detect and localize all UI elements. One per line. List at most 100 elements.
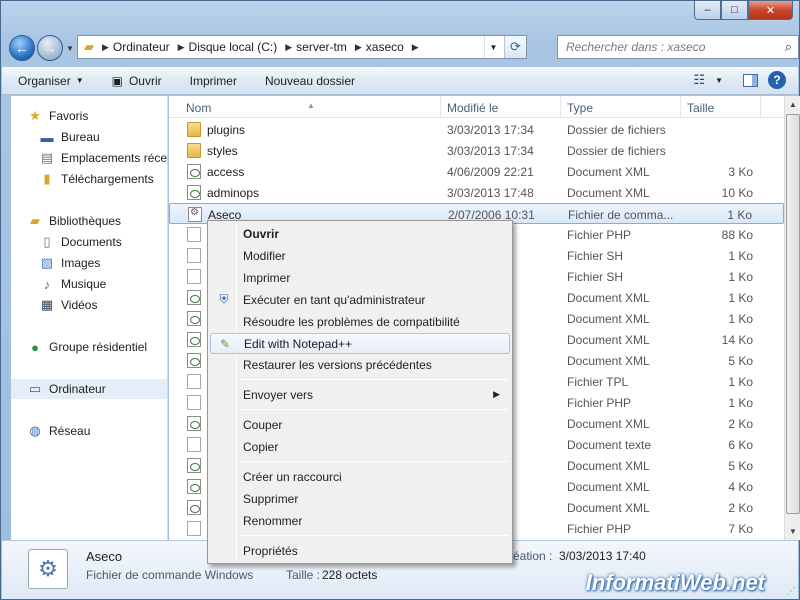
menu-label: Renommer — [243, 513, 303, 528]
scroll-up-icon[interactable]: ▲ — [785, 96, 800, 113]
folder-icon — [187, 143, 201, 158]
breadcrumb-drive[interactable]: Disque local (C:) — [189, 40, 278, 54]
videos-icon: ▦ — [40, 297, 54, 312]
nav-recent-places[interactable]: ▤ Emplacements récents — [39, 148, 167, 168]
file-type: Document XML — [567, 354, 650, 368]
new-folder-button[interactable]: Nouveau dossier — [265, 74, 355, 88]
nav-computer[interactable]: ▭ Ordinateur — [11, 379, 167, 399]
nav-images[interactable]: ▧ Images — [39, 253, 167, 273]
nav-favorites[interactable]: ★ Favoris — [27, 106, 167, 126]
menu-properties[interactable]: Propriétés — [210, 540, 510, 561]
menu-rename[interactable]: Renommer — [210, 510, 510, 531]
menu-label: Envoyer vers — [243, 387, 314, 402]
refresh-button[interactable]: ⟳ — [504, 36, 526, 58]
forward-button[interactable]: → — [37, 35, 63, 61]
nav-homegroup[interactable]: ● Groupe résidentiel — [27, 337, 167, 357]
print-button[interactable]: Imprimer — [190, 74, 237, 88]
file-type: Document texte — [567, 438, 652, 452]
notepadpp-icon: ✎ — [219, 337, 231, 351]
file-size: 88 Ko — [721, 228, 753, 242]
file-type: Dossier de fichiers — [567, 144, 666, 158]
file-type: Document XML — [567, 291, 650, 305]
view-options-icon[interactable]: ☷ — [693, 72, 705, 88]
menu-edit[interactable]: Modifier — [210, 245, 510, 266]
menu-run-as-admin[interactable]: ⛨ Exécuter en tant qu'administrateur — [210, 289, 510, 310]
address-history-dropdown[interactable]: ▼ — [484, 36, 502, 58]
file-row[interactable]: access 4/06/2009 22:21 Document XML 3 Ko — [169, 161, 784, 182]
resize-grip-icon[interactable]: ⋰ — [786, 586, 796, 597]
document-icon: ▯ — [43, 234, 51, 249]
breadcrumb-server-tm[interactable]: server-tm — [296, 40, 347, 54]
recent-pages-dropdown[interactable]: ▼ — [63, 44, 77, 53]
address-bar[interactable]: ▰ ▶ Ordinateur ▶ Disque local (C:) ▶ ser… — [77, 35, 527, 59]
column-size[interactable]: Taille — [687, 101, 714, 115]
arrow-left-icon: ← — [15, 40, 29, 56]
nav-label: Ordinateur — [49, 382, 106, 396]
chevron-down-icon[interactable]: ▼ — [715, 76, 723, 85]
vertical-scrollbar[interactable]: ▲ ▼ — [784, 96, 800, 540]
breadcrumb-xaseco[interactable]: xaseco — [366, 40, 404, 54]
nav-libraries[interactable]: ▰ Bibliothèques — [27, 211, 167, 231]
file-icon — [187, 248, 201, 263]
nav-videos[interactable]: ▦ Vidéos — [39, 295, 167, 315]
column-modified[interactable]: Modifié le — [447, 101, 498, 115]
file-size: 2 Ko — [728, 501, 753, 515]
nav-music[interactable]: ♪ Musique — [39, 274, 167, 294]
chevron-down-icon: ▼ — [66, 43, 74, 53]
search-placeholder: Rechercher dans : xaseco — [566, 40, 706, 54]
open-button[interactable]: ▣ Ouvrir — [112, 74, 162, 88]
chevron-right-icon[interactable]: ▶ — [102, 42, 109, 53]
menu-open[interactable]: Ouvrir — [210, 223, 510, 244]
preview-pane-icon[interactable] — [743, 73, 758, 87]
details-type: Fichier de commande Windows — [86, 568, 254, 582]
column-divider[interactable] — [680, 96, 681, 118]
libraries-icon: ▰ — [30, 213, 40, 228]
column-divider[interactable] — [440, 96, 441, 118]
maximize-button[interactable]: □ — [721, 1, 748, 20]
column-type[interactable]: Type — [567, 101, 593, 115]
menu-create-shortcut[interactable]: Créer un raccourci — [210, 466, 510, 487]
menu-cut[interactable]: Couper — [210, 414, 510, 435]
menu-edit-notepadpp[interactable]: ✎ Edit with Notepad++ — [210, 333, 510, 354]
nav-label: Groupe résidentiel — [49, 340, 148, 354]
back-button[interactable]: ← — [9, 35, 35, 61]
minimize-button[interactable]: – — [694, 1, 721, 20]
menu-label: Copier — [243, 439, 279, 454]
file-row[interactable]: styles 3/03/2013 17:34 Dossier de fichiers — [169, 140, 784, 161]
scroll-thumb[interactable] — [786, 114, 800, 514]
search-input[interactable]: Rechercher dans : xaseco ⌕ — [557, 35, 799, 59]
column-divider[interactable] — [760, 96, 761, 118]
file-size: 6 Ko — [728, 438, 753, 452]
chevron-right-icon[interactable]: ▶ — [355, 42, 362, 53]
file-row[interactable]: adminops 3/03/2013 17:48 Document XML 10 Ko — [169, 182, 784, 203]
folder-icon — [187, 122, 201, 137]
nav-downloads[interactable]: ▮ Téléchargements — [39, 169, 167, 189]
chevron-right-icon[interactable]: ▶ — [412, 42, 419, 53]
star-icon: ★ — [29, 108, 41, 123]
file-name: access — [207, 165, 245, 179]
chevron-right-icon[interactable]: ▶ — [285, 42, 292, 53]
menu-send-to[interactable]: Envoyer vers ▶ — [210, 384, 510, 405]
column-name[interactable]: Nom — [186, 101, 211, 115]
nav-network[interactable]: ◍ Réseau — [27, 421, 167, 441]
explorer-window: – □ ✕ ← → ▼ ▰ ▶ Ordinateur ▶ Disque loca… — [0, 0, 800, 600]
scroll-down-icon[interactable]: ▼ — [785, 523, 800, 540]
menu-label: Supprimer — [243, 491, 299, 506]
nav-documents[interactable]: ▯ Documents — [39, 232, 167, 252]
nav-label: Vidéos — [61, 298, 98, 312]
xml-file-icon — [187, 500, 201, 515]
help-icon[interactable]: ? — [768, 71, 786, 89]
menu-copy[interactable]: Copier — [210, 436, 510, 457]
column-divider[interactable] — [560, 96, 561, 118]
file-row[interactable]: plugins 3/03/2013 17:34 Dossier de fichier… — [169, 119, 784, 140]
menu-restore-versions[interactable]: Restaurer les versions précédentes — [210, 354, 510, 375]
breadcrumb-computer[interactable]: Ordinateur — [113, 40, 170, 54]
menu-troubleshoot[interactable]: Résoudre les problèmes de compatibilité — [210, 311, 510, 332]
chevron-right-icon[interactable]: ▶ — [178, 42, 185, 53]
menu-print[interactable]: Imprimer — [210, 267, 510, 288]
organize-button[interactable]: Organiser ▼ — [18, 74, 84, 88]
nav-label: Bureau — [61, 130, 100, 144]
nav-bureau[interactable]: ▬ Bureau — [39, 127, 167, 147]
menu-delete[interactable]: Supprimer — [210, 488, 510, 509]
close-button[interactable]: ✕ — [748, 1, 793, 20]
